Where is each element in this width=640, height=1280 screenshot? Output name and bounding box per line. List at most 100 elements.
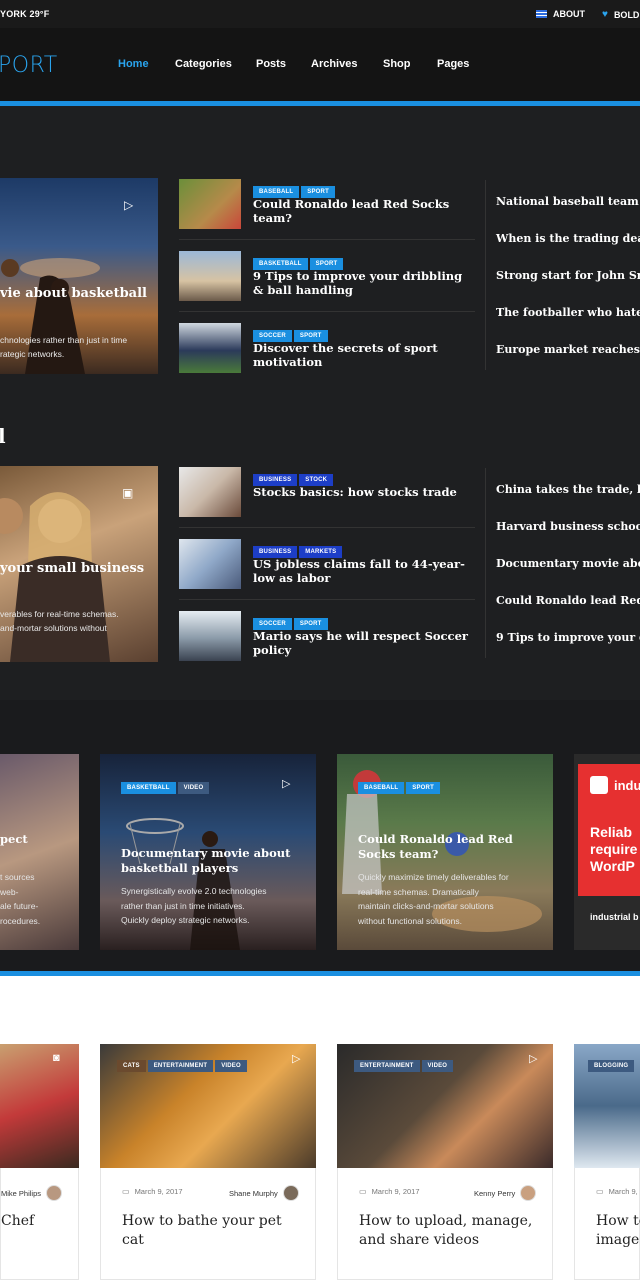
post-image[interactable]: CATS ENTERTAINMENT VIDEO ▷ bbox=[100, 1044, 316, 1168]
post-thumbnail[interactable] bbox=[179, 467, 241, 517]
post-date: March 9, 2 bbox=[608, 1187, 640, 1196]
post-thumbnail[interactable] bbox=[179, 323, 241, 373]
play-icon: ▷ bbox=[282, 778, 291, 790]
avatar[interactable] bbox=[282, 1185, 299, 1201]
post-tags: BASEBALL SPORT bbox=[253, 180, 337, 198]
headline-link[interactable]: Harvard business school an bbox=[496, 520, 640, 533]
post-image[interactable]: ◙ bbox=[0, 1044, 79, 1168]
post-title[interactable]: How to images bbox=[596, 1212, 640, 1250]
tag-blogging[interactable]: BLOGGING bbox=[588, 1060, 635, 1072]
site-logo[interactable]: PORT bbox=[0, 53, 58, 78]
hero-title[interactable]: your small business bbox=[0, 561, 144, 576]
post-tags: BLOGGING bbox=[588, 1054, 636, 1072]
tag-baseball[interactable]: BASEBALL bbox=[358, 782, 405, 794]
post-tags: BASKETBALL SPORT bbox=[253, 252, 345, 270]
headline-link[interactable]: Documentary movie about b bbox=[496, 557, 640, 570]
post-title[interactable]: Stocks basics: how stocks trade bbox=[253, 485, 473, 499]
nav-pages[interactable]: Pages bbox=[437, 58, 469, 70]
nav-categories[interactable]: Categories bbox=[175, 58, 232, 70]
post-title[interactable]: Could Ronaldo lead Red Socks team? bbox=[253, 197, 473, 225]
post-image[interactable]: BLOGGING bbox=[574, 1044, 640, 1168]
divider bbox=[179, 239, 475, 240]
post-thumbnail[interactable] bbox=[179, 539, 241, 589]
card-excerpt-line: web- bbox=[0, 886, 19, 897]
featured-post-hero[interactable]: ▷ vie about basketball chnologies rather… bbox=[0, 178, 158, 374]
headline-link[interactable]: Could Ronaldo lead Red Soc bbox=[496, 594, 640, 607]
column-divider bbox=[485, 180, 486, 370]
tag-entertainment[interactable]: ENTERTAINMENT bbox=[147, 1060, 214, 1072]
headline-link[interactable]: When is the trading deadlin bbox=[496, 232, 640, 245]
post-thumbnail[interactable] bbox=[179, 179, 241, 229]
post-card-body: ▭ March 9, 2017 Shane Murphy How to bath… bbox=[100, 1168, 316, 1280]
play-icon: ▷ bbox=[529, 1053, 538, 1065]
avatar[interactable] bbox=[46, 1185, 63, 1201]
nav-posts[interactable]: Posts bbox=[256, 58, 286, 70]
divider bbox=[179, 311, 475, 312]
headline-link[interactable]: Europe market reaches une bbox=[496, 343, 640, 356]
post-date: March 9, 2017 bbox=[134, 1187, 183, 1196]
hero-excerpt-line: rategic networks. bbox=[0, 349, 65, 359]
tag-basketball[interactable]: BASKETBALL bbox=[121, 782, 176, 794]
ad-banner[interactable]: indu Reliab require WordP industrial b bbox=[574, 754, 640, 950]
post-title[interactable]: How to bathe your pet cat bbox=[122, 1212, 302, 1250]
avatar[interactable] bbox=[520, 1185, 537, 1201]
ad-brand: indu bbox=[614, 778, 640, 793]
ad-text-line: Reliab bbox=[590, 824, 633, 840]
column-divider bbox=[485, 468, 486, 658]
headline-link[interactable]: The footballer who hated so bbox=[496, 306, 640, 319]
post-tags: ENTERTAINMENT VIDEO bbox=[354, 1054, 455, 1072]
tag-sport[interactable]: SPORT bbox=[406, 782, 440, 794]
author-name[interactable]: Kenny Perry bbox=[474, 1189, 515, 1198]
nav-archives[interactable]: Archives bbox=[311, 58, 357, 70]
post-thumbnail[interactable] bbox=[179, 251, 241, 301]
header-accent-line bbox=[0, 101, 640, 106]
featured-post-hero[interactable]: ▣ your small business verables for real-… bbox=[0, 466, 158, 662]
calendar-icon: ▭ bbox=[122, 1187, 130, 1196]
slider-card[interactable]: BASKETBALL VIDEO ▷ Documentary movie abou… bbox=[100, 754, 316, 950]
post-thumbnail[interactable] bbox=[179, 611, 241, 661]
headline-link[interactable]: 9 Tips to improve your drib bbox=[496, 631, 640, 644]
headline-link[interactable]: China takes the trade, but G bbox=[496, 483, 640, 496]
post-tags: CATS ENTERTAINMENT VIDEO bbox=[117, 1054, 249, 1072]
ad-text-line: require bbox=[590, 841, 638, 857]
post-image[interactable]: ENTERTAINMENT VIDEO ▷ bbox=[337, 1044, 553, 1168]
slider-card[interactable]: BASEBALL SPORT Could Ronaldo lead Red Soc… bbox=[337, 754, 553, 950]
bold-link[interactable]: ♥ BOLD bbox=[602, 9, 639, 20]
card-tags: BASKETBALL VIDEO bbox=[121, 776, 211, 794]
tag-video[interactable]: VIDEO bbox=[421, 1060, 454, 1072]
tag-entertainment[interactable]: ENTERTAINMENT bbox=[354, 1060, 420, 1072]
about-label: ABOUT bbox=[553, 9, 585, 19]
card-excerpt-line: ale future- bbox=[0, 901, 39, 911]
post-title[interactable]: Mario says he will respect Soccer policy bbox=[253, 629, 478, 657]
post-title[interactable]: Discover the secrets of sport motivation bbox=[253, 341, 478, 369]
heart-icon: ♥ bbox=[602, 9, 608, 20]
post-card-body: ▭ March 9, 2017 Kenny Perry How to uploa… bbox=[337, 1168, 553, 1280]
author-name[interactable]: Shane Murphy bbox=[229, 1189, 278, 1198]
about-link[interactable]: ABOUT bbox=[536, 9, 585, 19]
post-title[interactable]: How to upload, manage, and share videos bbox=[359, 1212, 539, 1250]
card-excerpt-line: rocedures. bbox=[0, 915, 41, 926]
post-title[interactable]: 9 Tips to improve your dribbling & ball … bbox=[253, 269, 468, 297]
card-excerpt-line: Quickly deploy strategic networks. bbox=[121, 915, 250, 925]
tag-cats[interactable]: CATS bbox=[117, 1060, 146, 1072]
headline-link[interactable]: National baseball team trav bbox=[496, 195, 640, 208]
nav-shop[interactable]: Shop bbox=[383, 58, 411, 70]
ad-footer: industrial b bbox=[590, 912, 639, 922]
card-tags: BASEBALL SPORT bbox=[358, 776, 442, 794]
play-icon: ▷ bbox=[292, 1053, 301, 1065]
hero-title[interactable]: vie about basketball bbox=[0, 286, 147, 301]
post-title[interactable]: Chef bbox=[1, 1212, 34, 1231]
headline-link[interactable]: Strong start for John Smith bbox=[496, 269, 640, 282]
card-excerpt-line: Quickly maximize timely deliverables for bbox=[358, 872, 509, 882]
post-title[interactable]: US jobless claims fall to 44-year-low as… bbox=[253, 557, 468, 585]
top-bar: YORK 29°F ABOUT ♥ BOLD bbox=[0, 0, 640, 28]
camera-icon: ◙ bbox=[53, 1052, 60, 1064]
tag-video[interactable]: VIDEO bbox=[177, 782, 210, 794]
tag-video[interactable]: VIDEO bbox=[215, 1060, 247, 1072]
flag-icon bbox=[536, 10, 547, 18]
nav-home[interactable]: Home bbox=[118, 58, 149, 70]
section-heading: l bbox=[0, 424, 6, 448]
slider-card[interactable]: pect t sources web- ale future- rocedure… bbox=[0, 754, 79, 950]
author-name[interactable]: Mike Philips bbox=[1, 1189, 41, 1198]
divider bbox=[179, 527, 475, 528]
